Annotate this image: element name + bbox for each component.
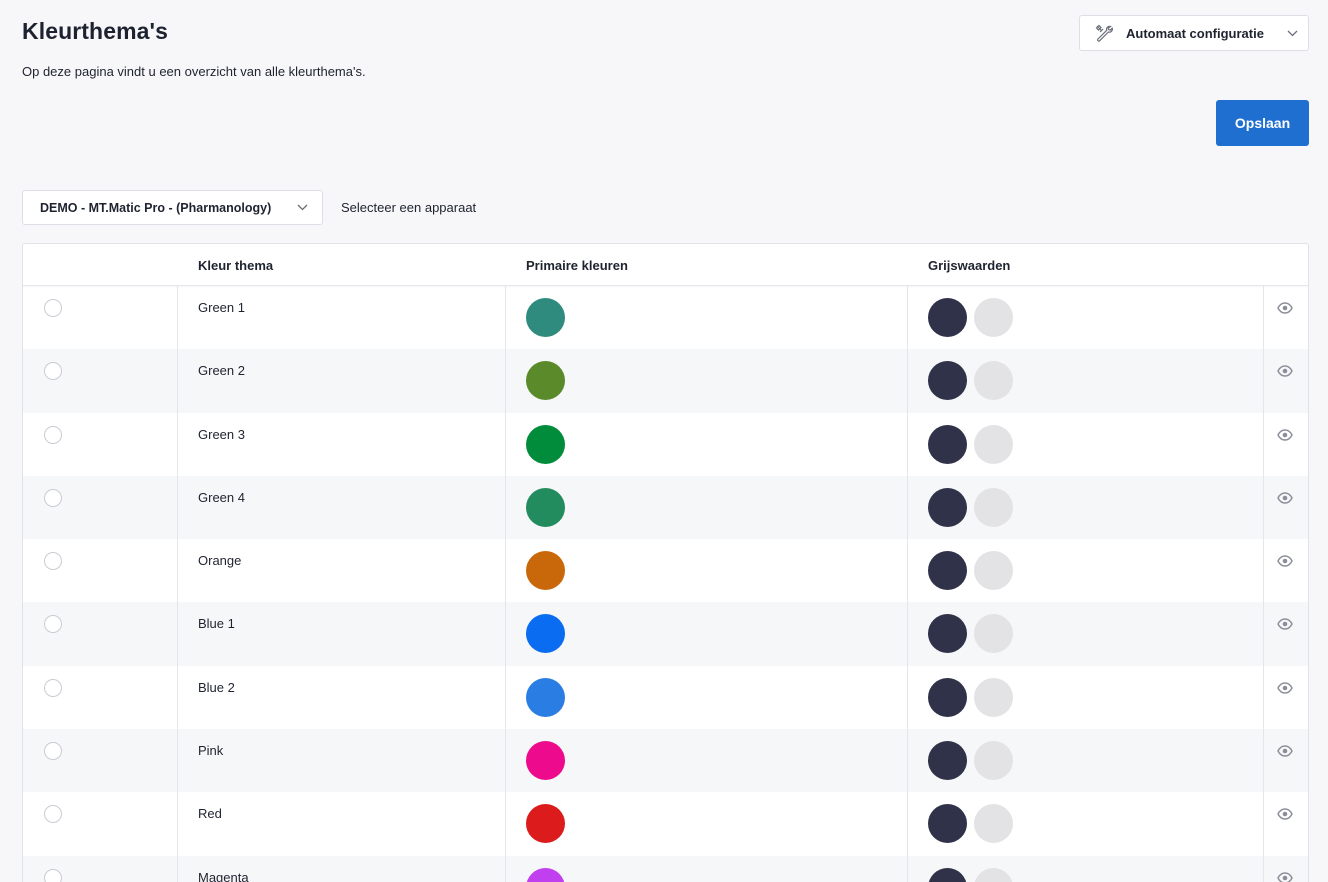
gray-dark-swatch (928, 361, 967, 401)
save-button[interactable]: Opslaan (1216, 100, 1309, 146)
gray-light-swatch (974, 487, 1013, 527)
gray-light-swatch (974, 361, 1013, 401)
theme-radio[interactable] (44, 678, 62, 697)
theme-radio[interactable] (44, 868, 62, 882)
table-row: Green 2 (23, 349, 1308, 413)
gray-dark-swatch (928, 487, 967, 527)
theme-radio[interactable] (44, 488, 62, 507)
gray-light-swatch (974, 424, 1013, 464)
gray-dark-swatch (928, 614, 967, 654)
gray-dark-swatch (928, 804, 967, 844)
chevron-down-icon (296, 202, 308, 214)
column-header-grijswaarden: Grijswaarden (928, 258, 1011, 273)
gray-light-swatch (974, 614, 1013, 654)
primary-color-swatch (526, 487, 565, 527)
theme-name: Blue 2 (198, 679, 235, 695)
theme-name: Green 1 (198, 300, 245, 315)
primary-color-swatch (526, 298, 565, 337)
color-theme-table: Kleur thema Primaire kleuren Grijswaarde… (22, 243, 1309, 882)
table-row: Blue 2 (23, 666, 1308, 729)
eye-icon[interactable] (1277, 428, 1293, 441)
primary-color-swatch (526, 424, 565, 464)
gray-light-swatch (974, 867, 1013, 882)
table-header: Kleur thema Primaire kleuren Grijswaarde… (23, 244, 1308, 286)
theme-name: Green 3 (198, 426, 245, 442)
eye-icon[interactable] (1277, 807, 1293, 821)
theme-radio[interactable] (44, 362, 62, 381)
theme-name: Orange (198, 553, 242, 569)
device-select-value: DEMO - MT.Matic Pro - (Pharmanology) (40, 200, 272, 215)
table-row: Red (23, 792, 1308, 855)
theme-radio[interactable] (44, 552, 62, 571)
table-row: Green 1 (23, 286, 1308, 349)
eye-icon[interactable] (1277, 681, 1293, 694)
column-header-primaire-kleuren: Primaire kleuren (526, 258, 628, 273)
theme-name: Green 4 (198, 489, 245, 505)
gray-dark-swatch (928, 551, 967, 591)
theme-name: Pink (198, 743, 224, 759)
primary-color-swatch (526, 741, 565, 781)
gray-light-swatch (974, 677, 1013, 717)
theme-name: Green 2 (198, 363, 245, 379)
gray-dark-swatch (928, 867, 967, 882)
gray-dark-swatch (928, 677, 967, 717)
column-header-kleur-thema: Kleur thema (198, 258, 274, 273)
theme-name: Red (198, 806, 222, 822)
gray-light-swatch (974, 298, 1013, 337)
tools-icon (1094, 23, 1114, 43)
primary-color-swatch (526, 614, 565, 654)
theme-radio[interactable] (44, 615, 62, 634)
gray-light-swatch (974, 551, 1013, 591)
table-row: Orange (23, 539, 1308, 602)
theme-radio[interactable] (44, 742, 62, 761)
primary-color-swatch (526, 677, 565, 717)
page-title: Kleurthema's (22, 18, 168, 44)
theme-name: Magenta (198, 869, 249, 882)
table-row: Magenta (23, 855, 1308, 882)
primary-color-swatch (526, 804, 565, 844)
chevron-down-icon (1286, 27, 1298, 39)
primary-color-swatch (526, 867, 565, 882)
table-row: Green 3 (23, 413, 1308, 476)
config-dropdown-label: Automaat configuratie (1126, 25, 1264, 41)
page-subtitle: Op deze pagina vindt u een overzicht van… (22, 64, 366, 79)
table-row: Pink (23, 729, 1308, 793)
device-select[interactable]: DEMO - MT.Matic Pro - (Pharmanology) (22, 190, 323, 225)
table-row: Green 4 (23, 475, 1308, 540)
gray-dark-swatch (928, 424, 967, 464)
theme-name: Blue 1 (198, 616, 235, 632)
theme-radio[interactable] (44, 299, 62, 317)
eye-icon[interactable] (1277, 301, 1293, 314)
eye-icon[interactable] (1277, 617, 1293, 631)
eye-icon[interactable] (1277, 871, 1293, 882)
gray-light-swatch (974, 804, 1013, 844)
eye-icon[interactable] (1277, 554, 1293, 567)
eye-icon[interactable] (1277, 744, 1293, 757)
theme-radio[interactable] (44, 425, 62, 444)
eye-icon[interactable] (1277, 364, 1293, 377)
gray-light-swatch (974, 741, 1013, 781)
eye-icon[interactable] (1277, 491, 1293, 504)
primary-color-swatch (526, 361, 565, 401)
gray-dark-swatch (928, 298, 967, 337)
device-select-hint: Selecteer een apparaat (341, 200, 477, 215)
table-body: Green 1 Green 2 Green 3 Green 4 Orange B… (23, 286, 1308, 882)
automaat-configuratie-dropdown[interactable]: Automaat configuratie (1079, 15, 1309, 51)
primary-color-swatch (526, 551, 565, 591)
table-row: Blue 1 (23, 602, 1308, 666)
theme-radio[interactable] (44, 805, 62, 824)
gray-dark-swatch (928, 741, 967, 781)
